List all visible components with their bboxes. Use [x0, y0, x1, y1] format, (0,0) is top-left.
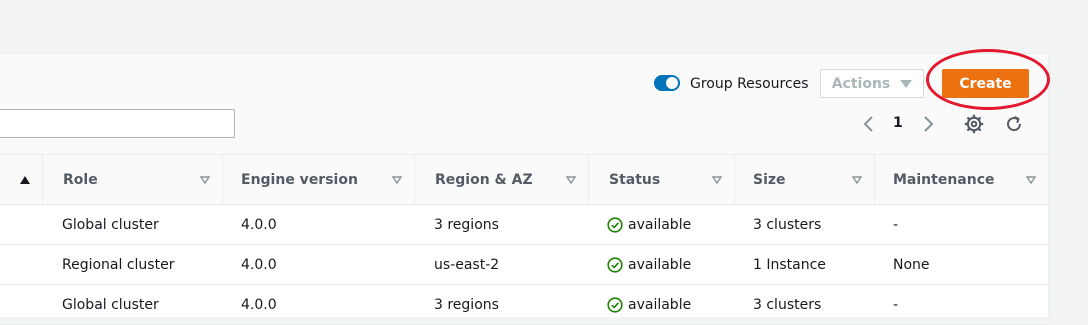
actions-button-label: Actions — [831, 75, 891, 92]
group-resources-label: Group Resources — [690, 76, 809, 92]
refresh-icon[interactable] — [1004, 114, 1024, 134]
caret-down-icon — [900, 79, 913, 88]
sort-icon[interactable] — [566, 175, 576, 185]
region-cell: us-east-2 — [414, 244, 588, 285]
actions-button[interactable]: Actions — [820, 69, 924, 98]
size-cell: 3 clusters — [734, 284, 874, 325]
status-cell: available — [588, 244, 734, 285]
page-number[interactable]: 1 — [893, 115, 903, 131]
status-text: available — [628, 216, 692, 233]
status-cell: available — [588, 284, 734, 325]
column-header-role[interactable]: Role — [42, 154, 222, 205]
check-circle-icon — [607, 216, 623, 233]
search-input[interactable] — [0, 109, 235, 138]
column-header-maintenance[interactable]: Maintenance — [874, 154, 1048, 205]
maintenance-cell: - — [874, 204, 1048, 245]
maintenance-cell: None — [874, 244, 1048, 285]
toggle-knob — [666, 77, 678, 89]
table-row[interactable]: Global cluster 4.0.0 3 regions available… — [0, 284, 1048, 325]
status-cell: available — [588, 204, 734, 245]
engine-version-cell: 4.0.0 — [222, 244, 414, 285]
column-header-region-az[interactable]: Region & AZ — [414, 154, 588, 205]
sort-icon[interactable] — [200, 175, 210, 185]
chevron-left-icon[interactable] — [860, 114, 878, 134]
table-row[interactable]: Regional cluster 4.0.0 us-east-2 availab… — [0, 244, 1048, 285]
sort-icon[interactable] — [1026, 175, 1036, 185]
engine-version-cell: 4.0.0 — [222, 204, 414, 245]
role-cell: Regional cluster — [42, 244, 222, 285]
column-header-status[interactable]: Status — [588, 154, 734, 205]
status-text: available — [628, 296, 692, 313]
maintenance-cell: - — [874, 284, 1048, 325]
sort-ascending-icon[interactable] — [20, 175, 30, 184]
size-cell: 1 Instance — [734, 244, 874, 285]
engine-version-cell: 4.0.0 — [222, 284, 414, 325]
check-circle-icon — [607, 256, 623, 273]
table-header-row: Role Engine version Region & AZ Status S… — [0, 154, 1048, 205]
role-cell: Global cluster — [42, 204, 222, 245]
column-header-engine-version[interactable]: Engine version — [222, 154, 414, 205]
table-row[interactable]: Global cluster 4.0.0 3 regions available… — [0, 204, 1048, 245]
region-cell: 3 regions — [414, 204, 588, 245]
annotation-circle — [926, 49, 1050, 110]
name-cell — [0, 204, 42, 245]
chevron-right-icon[interactable] — [919, 114, 937, 134]
sort-icon[interactable] — [392, 175, 402, 185]
clusters-panel: Group Resources Actions Create 1 Role En… — [0, 49, 1050, 325]
role-cell: Global cluster — [42, 284, 222, 325]
sort-icon[interactable] — [712, 175, 722, 185]
check-circle-icon — [607, 296, 623, 313]
clusters-table: Role Engine version Region & AZ Status S… — [0, 154, 1048, 325]
column-header-size[interactable]: Size — [734, 154, 874, 205]
group-resources-toggle[interactable] — [654, 75, 680, 91]
size-cell: 3 clusters — [734, 204, 874, 245]
gear-icon[interactable] — [964, 114, 984, 134]
region-cell: 3 regions — [414, 284, 588, 325]
name-cell — [0, 284, 42, 325]
status-text: available — [628, 256, 692, 273]
panel-header: Group Resources Actions Create 1 — [0, 49, 1050, 154]
column-header-name[interactable] — [0, 154, 42, 205]
sort-icon[interactable] — [852, 175, 862, 185]
name-cell — [0, 244, 42, 285]
